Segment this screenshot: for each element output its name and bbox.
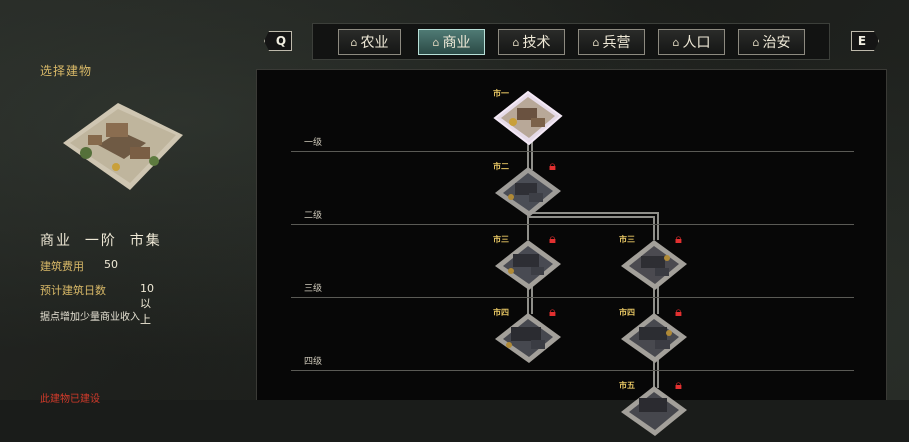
building-icon: ⌂: [350, 35, 358, 49]
built-warning: 此建物已建设: [40, 394, 100, 405]
tier-divider: [291, 224, 854, 225]
tier-label: 一级: [304, 138, 323, 148]
node-label: 市三: [493, 235, 509, 244]
lock-icon: 🔒︎: [675, 232, 682, 247]
days-label: 预计建筑日数: [40, 284, 106, 297]
building-icon: ⌂: [672, 35, 680, 49]
tab-technology[interactable]: ⌂ 技术: [498, 29, 565, 55]
tab-barracks[interactable]: ⌂ 兵营: [578, 29, 645, 55]
tab-security[interactable]: ⌂ 治安: [738, 29, 805, 55]
building-node-tier4b[interactable]: 市四 🔒︎: [619, 305, 689, 365]
building-icon: ⌂: [752, 35, 760, 49]
building-icon: ⌂: [592, 35, 600, 49]
lock-icon: 🔒︎: [549, 232, 556, 247]
building-icon: ⌂: [432, 35, 440, 49]
tab-label: 商业: [442, 35, 471, 51]
building-name: 商业 一阶 市集: [40, 233, 162, 249]
lock-icon: 🔒︎: [549, 159, 556, 174]
node-label: 市二: [493, 162, 509, 171]
category-tab-bar: ⌂ 农业 ⌂ 商业 ⌂ 技术 ⌂ 兵营 ⌂ 人口 ⌂ 治安: [312, 23, 830, 60]
days-value: 10 以上: [140, 282, 154, 326]
building-node-tier1[interactable]: 市一: [493, 88, 563, 146]
prev-tab-key[interactable]: Q: [264, 31, 292, 51]
lock-icon: 🔒︎: [675, 378, 682, 393]
tier-label: 四级: [304, 357, 323, 367]
tab-label: 农业: [360, 35, 389, 51]
tier-divider: [291, 370, 854, 371]
tab-label: 技术: [522, 35, 551, 51]
building-tree-panel: 一级 二级 三级 四级 市一 市二 🔒︎ 市三 🔒︎ 市三 🔒︎ 市四 🔒︎ 市…: [256, 69, 887, 436]
cost-label: 建筑费用: [40, 260, 84, 273]
lock-icon: 🔒︎: [675, 305, 682, 320]
building-node-tier3b[interactable]: 市三 🔒︎: [619, 232, 689, 292]
lock-icon: 🔒︎: [549, 305, 556, 320]
building-description: 据点增加少量商业收入: [40, 312, 140, 323]
tier-label: 三级: [304, 284, 323, 294]
panel-title: 选择建物: [40, 64, 93, 78]
tab-population[interactable]: ⌂ 人口: [658, 29, 725, 55]
days-row: 预计建筑日数 10 以上: [40, 282, 154, 326]
node-label: 市四: [619, 308, 635, 317]
cost-value: 50: [104, 258, 118, 271]
next-tab-key[interactable]: E: [851, 31, 879, 51]
tier-divider: [291, 151, 854, 152]
tab-commerce[interactable]: ⌂ 商业: [418, 29, 485, 55]
tier-divider: [291, 297, 854, 298]
tab-agriculture[interactable]: ⌂ 农业: [338, 29, 401, 55]
building-node-tier2[interactable]: 市二 🔒︎: [493, 159, 563, 219]
node-label: 市一: [493, 89, 509, 98]
building-node-tier3a[interactable]: 市三 🔒︎: [493, 232, 563, 292]
tab-label: 人口: [682, 35, 711, 51]
cost-row: 建筑费用 50: [40, 258, 118, 274]
building-icon: ⌂: [512, 35, 520, 49]
node-label: 市三: [619, 235, 635, 244]
node-label: 市五: [619, 381, 635, 390]
tab-label: 兵营: [602, 35, 631, 51]
node-label: 市四: [493, 308, 509, 317]
tier-label: 二级: [304, 211, 323, 221]
building-preview-image: [63, 103, 183, 190]
tree-connectors: [527, 130, 659, 388]
building-node-tier5[interactable]: 市五 🔒︎: [619, 378, 689, 438]
tab-label: 治安: [762, 35, 791, 51]
building-node-tier4a[interactable]: 市四 🔒︎: [493, 305, 563, 365]
